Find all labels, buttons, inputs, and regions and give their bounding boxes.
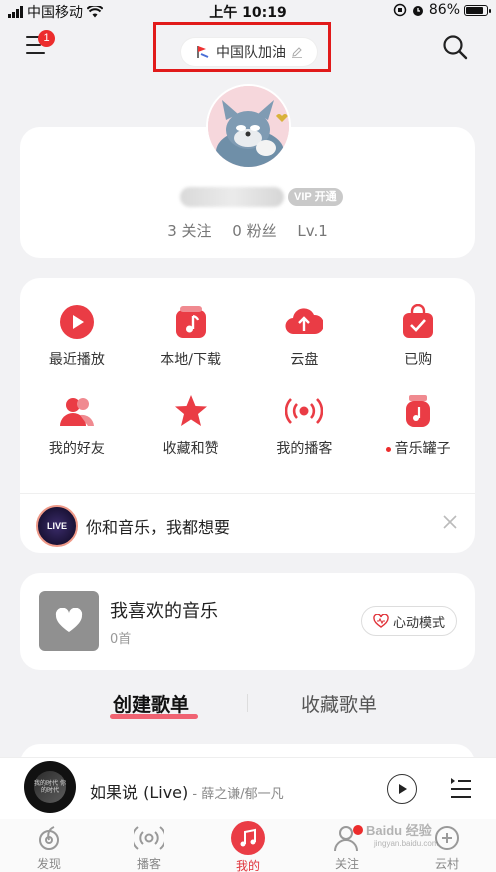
tab-podcast[interactable]: 播客 <box>119 823 179 872</box>
purchased-bag-icon <box>398 302 438 342</box>
shortcuts-card: 最近播放 本地/下载 云盘 已购 我的好友 收藏和赞 我的播客 音乐罐子 LIV… <box>20 278 475 553</box>
tab-label: 关注 <box>334 857 359 871</box>
music-jar-icon <box>398 391 438 431</box>
cloud-upload-icon <box>284 302 324 342</box>
tab-discover[interactable]: 发现 <box>19 823 79 872</box>
highlight-box: 中国队加油 <box>153 22 331 72</box>
podcast-icon <box>284 391 324 431</box>
cartoon-cat-avatar-icon <box>208 86 289 167</box>
battery-percent: 86% <box>428 2 460 18</box>
play-icon <box>399 784 407 794</box>
flag-runner-icon <box>197 46 209 58</box>
notification-badge: 1 <box>38 30 55 47</box>
shortcut-cloud-drive[interactable]: 云盘 <box>248 302 362 369</box>
playlist-queue-icon[interactable] <box>449 777 473 801</box>
tab-label: 云村 <box>434 857 459 871</box>
now-playing: 如果说 (Live) - 薛之谦/郁一凡 <box>90 779 284 803</box>
play-button[interactable] <box>387 774 417 804</box>
title-pill[interactable]: 中国队加油 <box>181 38 317 66</box>
music-note-icon <box>231 821 265 855</box>
music-note-icon <box>171 302 211 342</box>
liked-music-card[interactable]: 我喜欢的音乐 0首 心动模式 <box>20 573 475 670</box>
tab-label: 发现 <box>36 857 61 871</box>
shortcut-label: 已购 <box>404 352 433 368</box>
tab-label: 我的 <box>235 859 260 872</box>
tab-divider <box>247 694 248 712</box>
shortcut-recent-play[interactable]: 最近播放 <box>20 302 134 369</box>
followers-count[interactable]: 0 粉丝 <box>232 222 276 240</box>
new-activity-dot <box>353 825 363 835</box>
promo-banner[interactable]: LIVE 你和音乐，我都想要 <box>20 493 475 553</box>
shortcut-label: 收藏和赞 <box>162 441 219 457</box>
shortcut-music-jar[interactable]: 音乐罐子 <box>361 391 475 458</box>
liked-music-cover <box>39 591 99 651</box>
tab-label: 播客 <box>136 857 161 871</box>
mini-player[interactable]: 我的时代 你的时代 如果说 (Live) - 薛之谦/郁一凡 <box>0 757 496 819</box>
watermark: Baidu 经验 jingyan.baidu.com <box>366 820 438 848</box>
liked-music-count: 0首 <box>110 632 132 647</box>
star-icon <box>171 391 211 431</box>
watermark-text: Baidu 经验 <box>366 823 432 838</box>
song-title: 如果说 (Live) <box>90 783 189 802</box>
shortcut-favorites-likes[interactable]: 收藏和赞 <box>134 391 248 458</box>
promo-text: 你和音乐，我都想要 <box>86 518 231 537</box>
shortcut-label: 我的好友 <box>48 441 105 457</box>
new-dot <box>385 446 391 452</box>
shortcut-label: 最近播放 <box>48 352 105 368</box>
shortcut-my-podcast[interactable]: 我的播客 <box>248 391 362 458</box>
playlist-tabs: 创建歌单 收藏歌单 <box>0 690 496 730</box>
shortcut-label: 本地/下载 <box>160 352 221 368</box>
avatar[interactable] <box>206 84 291 169</box>
page-title: 中国队加油 <box>216 45 286 61</box>
tab-mine[interactable]: 我的 <box>218 821 278 872</box>
liked-music-title: 我喜欢的音乐 <box>110 601 218 622</box>
play-icon <box>57 302 97 342</box>
battery-icon <box>464 4 491 16</box>
level[interactable]: Lv.1 <box>297 222 327 240</box>
heartbeat-mode-button[interactable]: 心动模式 <box>361 606 457 636</box>
song-artist: - 薛之谦/郁一凡 <box>188 787 284 802</box>
shortcut-label: 我的播客 <box>276 441 333 457</box>
vip-badge[interactable]: VIP 开通 <box>288 188 343 206</box>
orientation-lock-icon <box>393 3 407 17</box>
discover-icon <box>34 823 64 853</box>
profile-stats: 3 关注 0 粉丝 Lv.1 <box>20 220 475 241</box>
search-icon[interactable] <box>442 34 468 60</box>
tab-collected-playlists[interactable]: 收藏歌单 <box>301 690 377 717</box>
album-disc[interactable]: 我的时代 你的时代 <box>24 761 76 813</box>
heartbeat-icon <box>373 614 389 628</box>
shortcut-local-download[interactable]: 本地/下载 <box>134 302 248 369</box>
status-bar: 中国移动 上午 10:19 86% <box>0 0 496 22</box>
close-icon[interactable] <box>441 513 459 531</box>
watermark-url: jingyan.baidu.com <box>374 839 439 848</box>
edit-pencil-icon <box>292 47 302 58</box>
album-cover: 我的时代 你的时代 <box>34 771 66 803</box>
heartbeat-mode-label: 心动模式 <box>392 615 445 631</box>
friends-icon <box>57 391 97 431</box>
shortcut-label: 云盘 <box>290 352 319 368</box>
blurred-nickname[interactable] <box>180 187 284 207</box>
alarm-icon <box>412 6 423 16</box>
podcast-icon <box>134 823 164 853</box>
tab-created-playlists[interactable]: 创建歌单 <box>113 690 189 717</box>
heart-icon <box>55 608 83 632</box>
shortcut-friends[interactable]: 我的好友 <box>20 391 134 458</box>
shortcut-label: 音乐罐子 <box>385 438 451 458</box>
shortcut-label-text: 音乐罐子 <box>394 441 451 457</box>
top-bar: 1 中国队加油 <box>0 22 496 78</box>
following-count[interactable]: 3 关注 <box>167 222 211 240</box>
shortcut-purchased[interactable]: 已购 <box>361 302 475 369</box>
promo-thumbnail: LIVE <box>36 505 78 547</box>
